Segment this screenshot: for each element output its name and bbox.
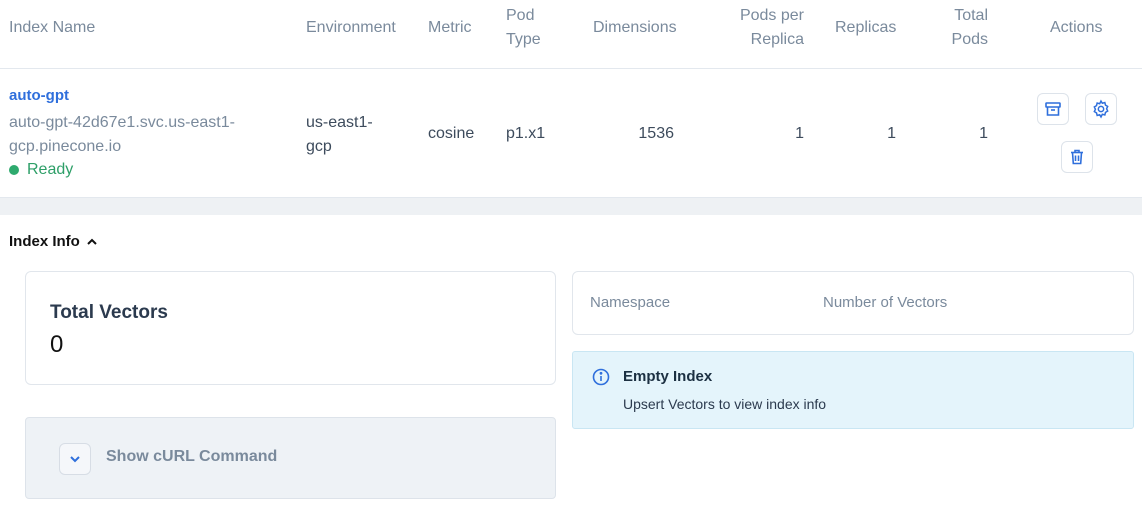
cell-pod-type: p1.x1 xyxy=(506,125,546,142)
header-pod-type: Pod Type xyxy=(506,4,541,52)
cell-metric: cosine xyxy=(428,125,475,142)
total-vectors-label: Total Vectors xyxy=(50,302,168,323)
cell-pods-per-replica: 1 xyxy=(795,125,804,142)
gear-icon xyxy=(1093,99,1109,119)
header-total-pods-line1: Total xyxy=(954,7,988,24)
curl-expand-button[interactable] xyxy=(59,443,91,475)
number-of-vectors-header: Number of Vectors xyxy=(823,294,948,311)
empty-index-alert: Empty Index Upsert Vectors to view index… xyxy=(572,351,1134,429)
header-pod-type-line2: Type xyxy=(506,31,541,48)
show-curl-command[interactable]: Show cURL Command xyxy=(106,448,277,466)
trash-icon xyxy=(1071,149,1083,165)
archive-button[interactable] xyxy=(1037,93,1069,125)
delete-button[interactable] xyxy=(1061,141,1093,173)
header-replicas: Replicas xyxy=(835,19,897,36)
status-dot-icon xyxy=(9,165,19,175)
total-vectors-card: Total Vectors 0 xyxy=(25,271,556,385)
status-badge: Ready xyxy=(9,159,73,181)
status-label: Ready xyxy=(27,161,74,178)
cell-environment-line1: us-east1- xyxy=(306,114,373,131)
table-header: Index Name Environment Metric Pod Type D… xyxy=(0,0,1142,69)
header-total-pods: Total Pods xyxy=(930,4,988,52)
alert-body: Upsert Vectors to view index info xyxy=(623,396,827,412)
chevron-up-icon xyxy=(87,238,97,245)
header-total-pods-line2: Pods xyxy=(951,31,988,48)
chevron-down-icon xyxy=(70,456,80,463)
header-dimensions: Dimensions xyxy=(593,19,677,36)
cell-total-pods: 1 xyxy=(979,125,988,142)
cell-environment-line2: gcp xyxy=(306,138,332,155)
cell-environment: us-east1- gcp xyxy=(306,111,373,159)
index-name-link[interactable]: auto-gpt xyxy=(9,87,69,104)
header-metric: Metric xyxy=(428,19,472,36)
header-pods-per-replica-line2: Replica xyxy=(750,31,804,48)
archive-icon xyxy=(1045,102,1061,116)
curl-command-panel: Show cURL Command xyxy=(25,417,556,499)
total-vectors-value: 0 xyxy=(50,331,64,358)
cell-dimensions: 1536 xyxy=(638,125,674,142)
index-info-toggle[interactable]: Index Info xyxy=(9,233,98,250)
header-environment: Environment xyxy=(306,19,396,36)
alert-title: Empty Index xyxy=(623,368,713,385)
namespace-table: Namespace Number of Vectors xyxy=(572,271,1134,335)
header-pods-per-replica-line1: Pods per xyxy=(739,7,804,24)
info-icon xyxy=(592,368,610,386)
header-pod-type-line1: Pod xyxy=(506,7,535,24)
index-host-line2: gcp.pinecone.io xyxy=(9,138,122,155)
section-divider xyxy=(0,198,1142,215)
settings-button[interactable] xyxy=(1085,93,1117,125)
header-index-name: Index Name xyxy=(9,19,96,36)
index-host: auto-gpt-42d67e1.svc.us-east1- gcp.pinec… xyxy=(9,111,249,159)
cell-replicas: 1 xyxy=(887,125,896,142)
table-row: auto-gpt auto-gpt-42d67e1.svc.us-east1- … xyxy=(0,69,1142,198)
header-actions: Actions xyxy=(1050,19,1103,36)
header-pods-per-replica: Pods per Replica xyxy=(720,4,804,52)
namespace-header: Namespace xyxy=(590,294,671,311)
index-host-line1: auto-gpt-42d67e1.svc.us-east1- xyxy=(9,114,235,131)
index-info-label: Index Info xyxy=(9,233,80,250)
